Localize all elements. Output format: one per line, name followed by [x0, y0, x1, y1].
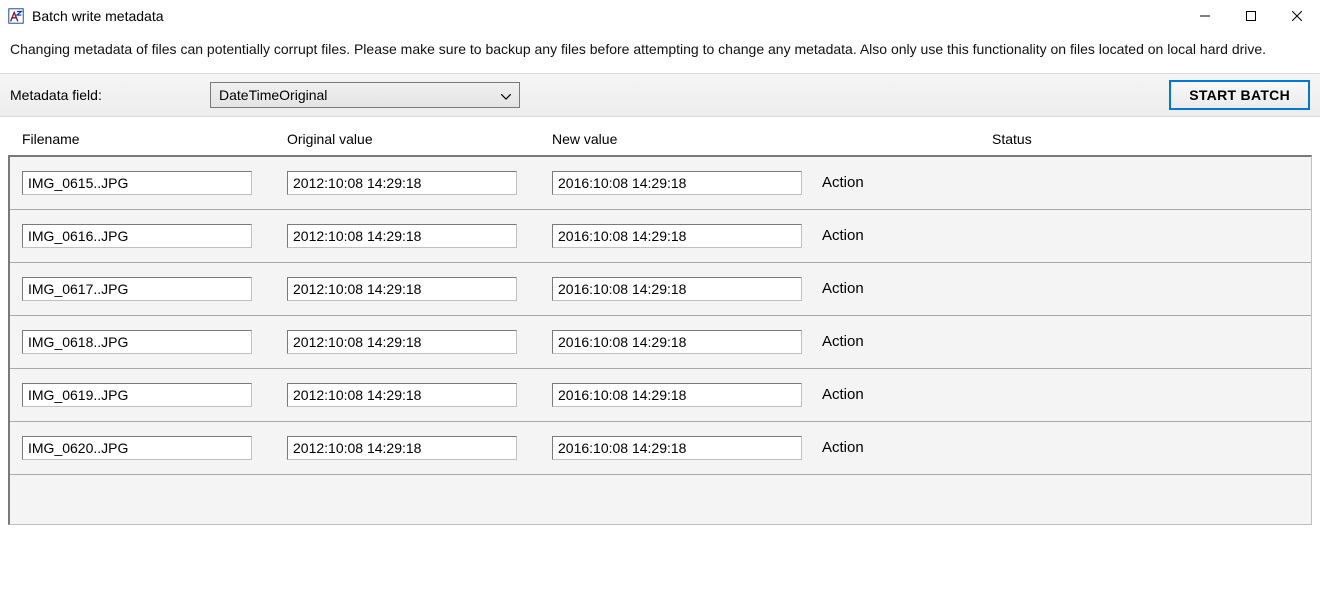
- new-value-input[interactable]: [552, 436, 802, 460]
- table-row: IMG_0619..JPG 2012:10:08 14:29:18 Action: [10, 369, 1311, 422]
- action-link[interactable]: Action: [822, 386, 992, 403]
- window-title: Batch write metadata: [32, 8, 164, 24]
- action-link[interactable]: Action: [822, 439, 992, 456]
- new-value-input[interactable]: [552, 330, 802, 354]
- filename-field: IMG_0619..JPG: [22, 383, 252, 407]
- table-row: IMG_0617..JPG 2012:10:08 14:29:18 Action: [10, 263, 1311, 316]
- new-value-input[interactable]: [552, 277, 802, 301]
- filename-field: IMG_0617..JPG: [22, 277, 252, 301]
- column-headers: Filename Original value New value Status: [0, 117, 1320, 155]
- table-row: IMG_0615..JPG 2012:10:08 14:29:18 Action: [10, 157, 1311, 210]
- app-icon: [6, 6, 26, 26]
- window-controls: [1182, 0, 1320, 32]
- filename-field: IMG_0616..JPG: [22, 224, 252, 248]
- filename-field: IMG_0618..JPG: [22, 330, 252, 354]
- new-value-input[interactable]: [552, 383, 802, 407]
- original-value-field: 2012:10:08 14:29:18: [287, 224, 517, 248]
- data-grid: IMG_0615..JPG 2012:10:08 14:29:18 Action…: [8, 155, 1312, 525]
- filename-field: IMG_0620..JPG: [22, 436, 252, 460]
- metadata-field-label: Metadata field:: [10, 87, 210, 103]
- new-value-input[interactable]: [552, 224, 802, 248]
- action-link[interactable]: Action: [822, 227, 992, 244]
- original-value-field: 2012:10:08 14:29:18: [287, 436, 517, 460]
- warning-text: Changing metadata of files can potential…: [0, 32, 1320, 73]
- original-value-field: 2012:10:08 14:29:18: [287, 171, 517, 195]
- original-value-field: 2012:10:08 14:29:18: [287, 330, 517, 354]
- header-status: Status: [992, 131, 1310, 147]
- table-row: IMG_0620..JPG 2012:10:08 14:29:18 Action: [10, 422, 1311, 475]
- action-link[interactable]: Action: [822, 280, 992, 297]
- action-link[interactable]: Action: [822, 174, 992, 191]
- titlebar[interactable]: Batch write metadata: [0, 0, 1320, 32]
- action-link[interactable]: Action: [822, 333, 992, 350]
- metadata-field-value: DateTimeOriginal: [219, 87, 327, 103]
- header-filename: Filename: [22, 131, 287, 147]
- header-new: New value: [552, 131, 822, 147]
- toolbar: Metadata field: DateTimeOriginal START B…: [0, 73, 1320, 117]
- close-button[interactable]: [1274, 0, 1320, 32]
- start-batch-button[interactable]: START BATCH: [1169, 80, 1310, 110]
- original-value-field: 2012:10:08 14:29:18: [287, 277, 517, 301]
- header-original: Original value: [287, 131, 552, 147]
- maximize-button[interactable]: [1228, 0, 1274, 32]
- filename-field: IMG_0615..JPG: [22, 171, 252, 195]
- table-row: IMG_0618..JPG 2012:10:08 14:29:18 Action: [10, 316, 1311, 369]
- original-value-field: 2012:10:08 14:29:18: [287, 383, 517, 407]
- metadata-field-dropdown[interactable]: DateTimeOriginal: [210, 82, 520, 108]
- minimize-button[interactable]: [1182, 0, 1228, 32]
- new-value-input[interactable]: [552, 171, 802, 195]
- table-row: IMG_0616..JPG 2012:10:08 14:29:18 Action: [10, 210, 1311, 263]
- chevron-down-icon: [501, 87, 511, 103]
